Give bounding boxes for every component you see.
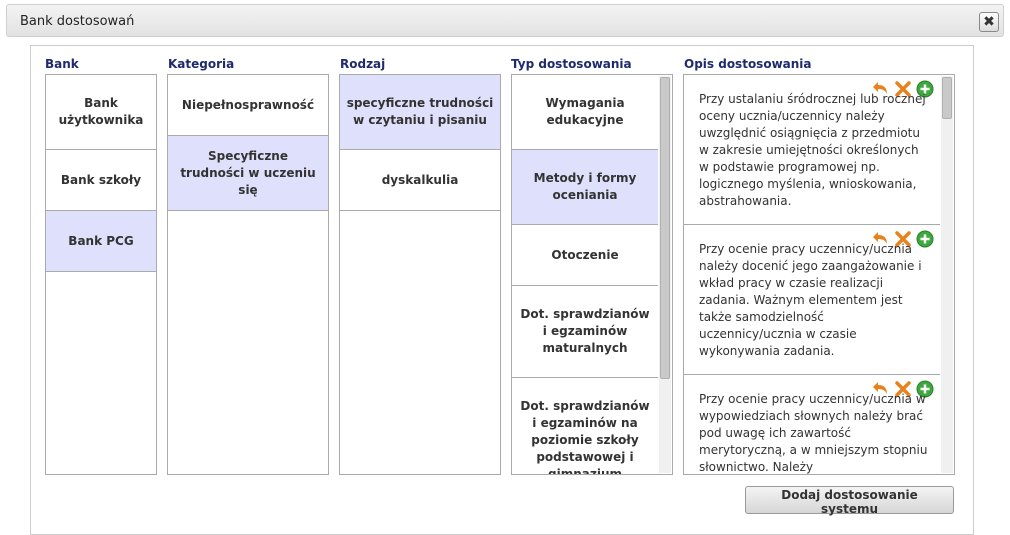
header-typ: Typ dostosowania <box>511 57 632 71</box>
add-system-adjustment-button[interactable]: Dodaj dostosowanie systemu <box>745 486 954 516</box>
header-kategoria: Kategoria <box>168 57 235 71</box>
typ-item-wymagania[interactable]: Wymagania edukacyjne <box>512 75 658 150</box>
dialog-title: Bank dostosowań <box>20 14 135 29</box>
rodzaj-item-czytanie-pisanie[interactable]: specyficzne trudności w czytaniu i pisan… <box>340 75 500 150</box>
close-button[interactable]: ✖ <box>979 12 999 32</box>
typ-item-gimnazjum[interactable]: Dot. sprawdzianów i egzaminów na poziomi… <box>512 378 658 474</box>
bank-item-pcg[interactable]: Bank PCG <box>46 211 156 272</box>
bank-list: Bank użytkownika Bank szkoły Bank PCG <box>45 74 157 475</box>
bank-item-szkoly[interactable]: Bank szkoły <box>46 150 156 211</box>
close-icon: ✖ <box>983 14 995 30</box>
dialog-titlebar: Bank dostosowań ✖ <box>6 4 1004 37</box>
rodzaj-item-dyskalkulia[interactable]: dyskalkulia <box>340 150 500 211</box>
header-opis: Opis dostosowania <box>684 57 812 71</box>
bank-item-uzytkownika[interactable]: Bank użytkownika <box>46 75 156 150</box>
opis-text: Przy ustalaniu śródrocznej lub rocznej o… <box>699 92 926 208</box>
header-bank: Bank <box>45 57 79 71</box>
opis-item: Przy ocenie pracy uczennicy/ucznia w wyp… <box>684 375 940 474</box>
opis-item: Przy ocenie pracy uczennicy/ucznia należ… <box>684 225 940 375</box>
kategoria-list: Niepełnosprawność Specyficzne trudności … <box>167 74 329 475</box>
typ-list: Wymagania edukacyjne Metody i formy ocen… <box>511 74 673 475</box>
opis-text: Przy ocenie pracy uczennicy/ucznia w wyp… <box>699 392 928 474</box>
typ-scrollbar-thumb[interactable] <box>660 77 670 379</box>
opis-scrollbar-thumb[interactable] <box>942 77 952 119</box>
rodzaj-list: specyficzne trudności w czytaniu i pisan… <box>339 74 501 475</box>
opis-list: Przy ustalaniu śródrocznej lub rocznej o… <box>683 74 955 475</box>
typ-item-metody[interactable]: Metody i formy oceniania <box>512 150 658 225</box>
header-rodzaj: Rodzaj <box>340 57 386 71</box>
typ-item-otoczenie[interactable]: Otoczenie <box>512 225 658 286</box>
typ-item-matura[interactable]: Dot. sprawdzianów i egzaminów maturalnyc… <box>512 286 658 378</box>
opis-scrollbar[interactable] <box>941 76 953 473</box>
opis-item: Przy ustalaniu śródrocznej lub rocznej o… <box>684 75 940 225</box>
opis-text: Przy ocenie pracy uczennicy/ucznia należ… <box>699 242 922 358</box>
kategoria-item-specyficzne[interactable]: Specyficzne trudności w uczeniu się <box>168 136 328 211</box>
kategoria-item-niepelnosprawnosc[interactable]: Niepełnosprawność <box>168 75 328 136</box>
